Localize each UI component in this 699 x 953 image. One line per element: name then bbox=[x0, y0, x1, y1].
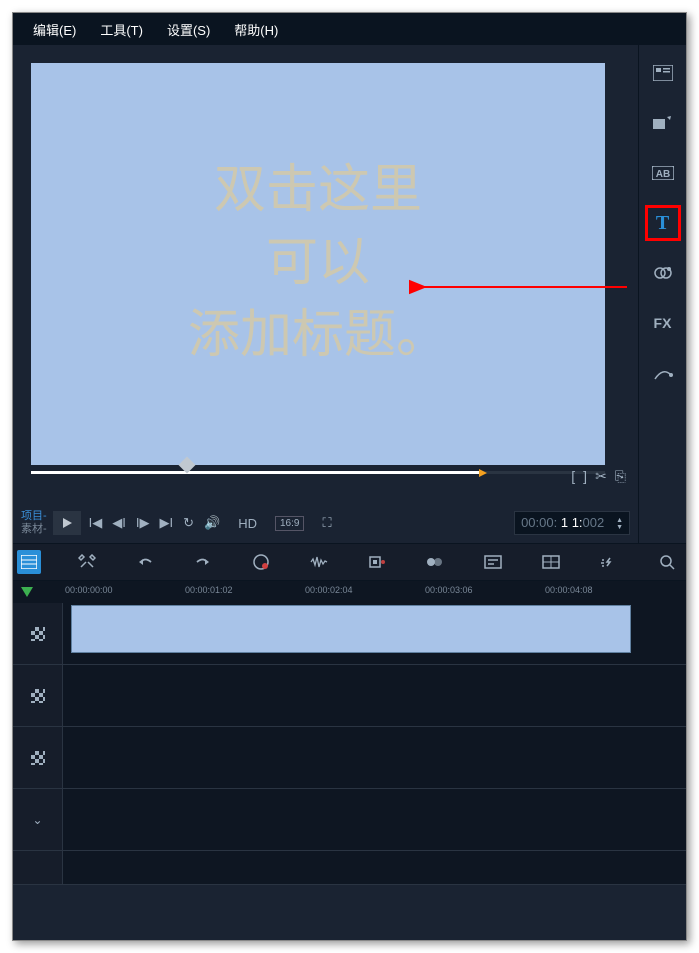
marker-controls: [ ] ✂ ⎘ bbox=[571, 468, 626, 485]
annotation-arrow bbox=[409, 277, 627, 297]
ruler-tick: 00:00:04:08 bbox=[545, 585, 593, 595]
audio-mixer-icon[interactable] bbox=[307, 550, 331, 574]
video-track-header[interactable] bbox=[13, 603, 63, 664]
menu-edit[interactable]: 编辑(E) bbox=[33, 20, 76, 39]
play-button[interactable] bbox=[53, 511, 81, 535]
next-frame-icon[interactable]: I▶ bbox=[136, 515, 150, 531]
zoom-icon[interactable] bbox=[655, 550, 679, 574]
title-panel-button[interactable]: T bbox=[645, 205, 681, 241]
menu-help[interactable]: 帮助(H) bbox=[234, 20, 278, 39]
media-panel-icon[interactable] bbox=[645, 55, 681, 91]
preview-canvas[interactable]: 双击这里 可以 添加标题。 bbox=[31, 63, 605, 465]
mark-out-icon[interactable]: ] bbox=[583, 468, 587, 485]
title-icon: T bbox=[656, 212, 669, 235]
overlay-panel-icon[interactable] bbox=[645, 255, 681, 291]
right-toolbar: AB T FX bbox=[638, 45, 686, 543]
preview-scrubber[interactable] bbox=[31, 461, 605, 481]
overlay-track-1[interactable] bbox=[13, 665, 686, 727]
chevron-down-icon[interactable]: ⌄ bbox=[32, 813, 42, 827]
goto-start-icon[interactable]: I◀ bbox=[89, 515, 103, 531]
visibility-toggle-icon[interactable] bbox=[31, 751, 45, 765]
playback-bar: 项目- 素材- I◀ ◀I I▶ ▶I ↻ 🔊 HD 16:9 ⛶ bbox=[13, 503, 638, 543]
subtitle-icon[interactable] bbox=[481, 550, 505, 574]
mark-in-icon[interactable]: [ bbox=[571, 468, 575, 485]
timeline-toolbar bbox=[13, 543, 686, 581]
ruler-tick: 00:00:02:04 bbox=[305, 585, 353, 595]
chapter-icon[interactable] bbox=[365, 550, 389, 574]
transitions-panel-icon[interactable] bbox=[645, 105, 681, 141]
title-placeholder-line2[interactable]: 可以 bbox=[266, 228, 370, 301]
goto-end-icon[interactable]: ▶I bbox=[160, 515, 174, 531]
ab-panel-icon[interactable]: AB bbox=[645, 155, 681, 191]
mode-project[interactable]: 项目- bbox=[21, 510, 47, 523]
loop-icon[interactable]: ↻ bbox=[183, 515, 194, 531]
record-icon[interactable] bbox=[249, 550, 273, 574]
audio-track[interactable] bbox=[13, 851, 686, 885]
ruler-tick: 00:00:00:00 bbox=[65, 585, 113, 595]
volume-icon[interactable]: 🔊 bbox=[204, 515, 220, 531]
timeline-ruler[interactable]: 00:00:00:00 00:00:01:02 00:00:02:04 00:0… bbox=[13, 581, 686, 603]
timeline-tracks: ⌄ bbox=[13, 603, 686, 885]
tools-icon[interactable] bbox=[75, 550, 99, 574]
svg-text:AB: AB bbox=[655, 169, 669, 180]
ruler-tick: 00:00:01:02 bbox=[185, 585, 233, 595]
ruler-tick: 00:00:03:06 bbox=[425, 585, 473, 595]
fx-panel-icon[interactable]: FX bbox=[645, 305, 681, 341]
title-track-header[interactable]: ⌄ bbox=[13, 789, 63, 850]
multicam-icon[interactable] bbox=[539, 550, 563, 574]
speed-icon[interactable] bbox=[597, 550, 621, 574]
mode-clip[interactable]: 素材- bbox=[21, 523, 47, 536]
hd-label[interactable]: HD bbox=[238, 516, 257, 531]
timecode-spinner[interactable]: ▲▼ bbox=[616, 517, 623, 531]
menubar: 编辑(E) 工具(T) 设置(S) 帮助(H) bbox=[13, 13, 686, 45]
redo-icon[interactable] bbox=[191, 550, 215, 574]
motion-path-panel-icon[interactable] bbox=[645, 355, 681, 391]
audio-track-header[interactable] bbox=[13, 851, 63, 884]
split-icon[interactable]: ✂ bbox=[595, 468, 607, 485]
preview-section: ⋮⋮⋮ 双击这里 可以 添加标题。 bbox=[13, 45, 638, 543]
overlay-track-header[interactable] bbox=[13, 727, 63, 788]
overlay-track-2[interactable] bbox=[13, 727, 686, 789]
overlay-track-header[interactable] bbox=[13, 665, 63, 726]
video-clip[interactable] bbox=[71, 605, 631, 653]
title-track[interactable]: ⌄ bbox=[13, 789, 686, 851]
prev-frame-icon[interactable]: ◀I bbox=[112, 515, 126, 531]
storyboard-view-icon[interactable] bbox=[17, 550, 41, 574]
undo-icon[interactable] bbox=[133, 550, 157, 574]
title-placeholder-line1[interactable]: 双击这里 bbox=[214, 155, 422, 228]
menu-tools[interactable]: 工具(T) bbox=[100, 20, 143, 39]
video-track[interactable] bbox=[13, 603, 686, 665]
snapshot-icon[interactable]: ⎘ bbox=[615, 468, 626, 485]
crop-icon[interactable]: ⛶ bbox=[322, 515, 331, 531]
timecode-display[interactable]: 00:00: 1 1:002 ▲▼ bbox=[514, 511, 630, 535]
aspect-ratio[interactable]: 16:9 bbox=[275, 516, 304, 531]
visibility-toggle-icon[interactable] bbox=[31, 627, 45, 641]
menu-settings[interactable]: 设置(S) bbox=[167, 20, 210, 39]
track-motion-icon[interactable] bbox=[423, 550, 447, 574]
playhead-icon[interactable] bbox=[21, 587, 33, 597]
title-placeholder-line3[interactable]: 添加标题。 bbox=[188, 300, 448, 373]
visibility-toggle-icon[interactable] bbox=[31, 689, 45, 703]
